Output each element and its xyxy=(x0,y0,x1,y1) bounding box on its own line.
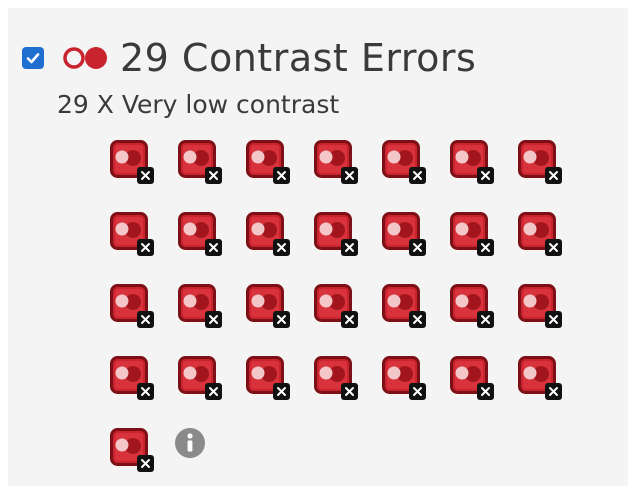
contrast-error-item[interactable] xyxy=(178,140,224,186)
close-icon xyxy=(137,167,154,184)
close-icon xyxy=(341,167,358,184)
close-icon xyxy=(341,311,358,328)
contrast-error-item[interactable] xyxy=(314,356,360,402)
contrast-error-item[interactable] xyxy=(450,212,496,258)
contrast-error-item[interactable] xyxy=(110,284,156,330)
contrast-error-item[interactable] xyxy=(110,140,156,186)
close-icon xyxy=(273,167,290,184)
close-icon xyxy=(409,383,426,400)
contrast-error-item[interactable] xyxy=(110,212,156,258)
errors-checkbox[interactable] xyxy=(22,47,44,69)
close-icon xyxy=(545,167,562,184)
close-icon xyxy=(477,383,494,400)
contrast-error-item[interactable] xyxy=(450,140,496,186)
close-icon xyxy=(205,383,222,400)
close-icon xyxy=(409,167,426,184)
contrast-error-item[interactable] xyxy=(450,284,496,330)
contrast-error-item[interactable] xyxy=(382,356,428,402)
close-icon xyxy=(273,383,290,400)
close-icon xyxy=(545,239,562,256)
contrast-errors-panel: 29 Contrast Errors 29 X Very low contras… xyxy=(8,8,628,486)
contrast-error-item[interactable] xyxy=(518,284,564,330)
contrast-error-item[interactable] xyxy=(178,284,224,330)
contrast-error-item[interactable] xyxy=(518,212,564,258)
close-icon xyxy=(137,455,154,472)
contrast-error-item[interactable] xyxy=(314,284,360,330)
contrast-errors-header: 29 Contrast Errors xyxy=(22,34,476,82)
contrast-error-item[interactable] xyxy=(518,140,564,186)
contrast-errors-icon xyxy=(62,46,110,70)
contrast-error-item[interactable] xyxy=(382,284,428,330)
contrast-error-item[interactable] xyxy=(382,140,428,186)
contrast-error-item[interactable] xyxy=(382,212,428,258)
close-icon xyxy=(409,239,426,256)
close-icon xyxy=(273,311,290,328)
page-title: 29 Contrast Errors xyxy=(120,36,477,80)
close-icon xyxy=(545,311,562,328)
close-icon xyxy=(137,383,154,400)
close-icon xyxy=(205,167,222,184)
close-icon xyxy=(477,167,494,184)
checkmark-icon xyxy=(26,53,40,64)
close-icon xyxy=(477,239,494,256)
contrast-error-item[interactable] xyxy=(178,356,224,402)
close-icon xyxy=(205,311,222,328)
contrast-error-item[interactable] xyxy=(246,284,292,330)
error-type-label: 29 X Very low contrast xyxy=(57,90,340,119)
close-icon xyxy=(137,311,154,328)
contrast-error-item[interactable] xyxy=(110,356,156,402)
contrast-error-item[interactable] xyxy=(518,356,564,402)
close-icon xyxy=(205,239,222,256)
close-icon xyxy=(273,239,290,256)
contrast-error-item[interactable] xyxy=(246,356,292,402)
contrast-error-item[interactable] xyxy=(246,140,292,186)
close-icon xyxy=(341,239,358,256)
contrast-error-item[interactable] xyxy=(314,140,360,186)
info-icon[interactable] xyxy=(175,428,205,458)
close-icon xyxy=(545,383,562,400)
close-icon xyxy=(137,239,154,256)
close-icon xyxy=(341,383,358,400)
contrast-error-item[interactable] xyxy=(178,212,224,258)
contrast-error-item[interactable] xyxy=(246,212,292,258)
close-icon xyxy=(409,311,426,328)
contrast-error-item[interactable] xyxy=(314,212,360,258)
contrast-error-item[interactable] xyxy=(110,428,156,474)
error-icon-grid xyxy=(110,140,570,474)
close-icon xyxy=(477,311,494,328)
contrast-error-item[interactable] xyxy=(450,356,496,402)
